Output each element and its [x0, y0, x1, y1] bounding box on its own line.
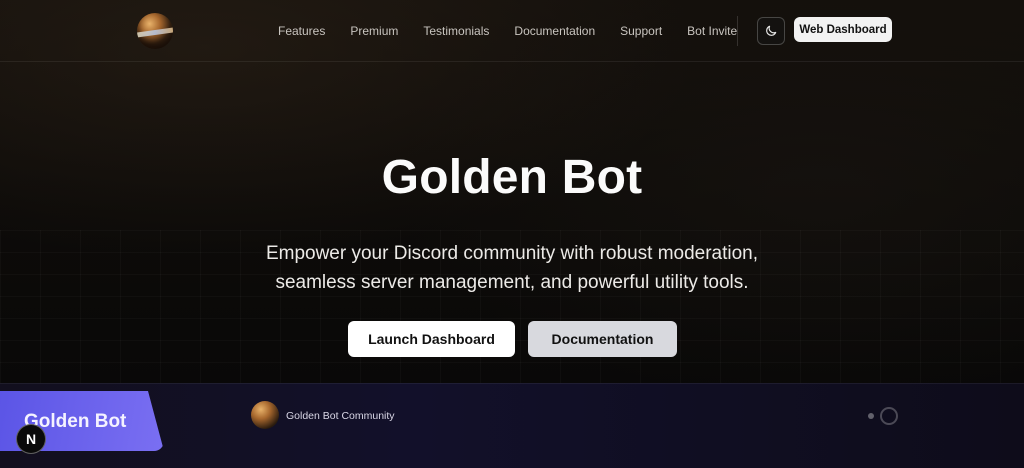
preview-ring-icon: [880, 407, 898, 425]
theme-toggle-button[interactable]: [757, 17, 785, 45]
nav-features[interactable]: Features: [278, 24, 325, 38]
header-divider: [737, 16, 738, 46]
nav-bot-invite[interactable]: Bot Invite: [687, 24, 737, 38]
hero-subtitle-line-2: seamless server management, and powerful…: [275, 272, 749, 293]
hero-subtitle: Empower your Discord community with robu…: [0, 239, 1024, 297]
preview-community-logo: [251, 401, 279, 429]
hero-subtitle-line-1: Empower your Discord community with robu…: [265, 243, 759, 264]
preview-dot-icon: [868, 413, 874, 419]
documentation-button[interactable]: Documentation: [528, 321, 677, 357]
nav-testimonials[interactable]: Testimonials: [423, 24, 489, 38]
hero-title: Golden Bot: [381, 151, 643, 204]
launch-dashboard-button[interactable]: Launch Dashboard: [348, 321, 515, 357]
nextjs-badge-icon[interactable]: N: [16, 424, 46, 454]
nav-support[interactable]: Support: [620, 24, 662, 38]
site-header: Features Premium Testimonials Documentat…: [0, 0, 1024, 62]
preview-icons: [868, 407, 898, 425]
web-dashboard-button[interactable]: Web Dashboard: [794, 17, 892, 42]
moon-icon: [766, 25, 777, 36]
main-nav: Features Premium Testimonials Documentat…: [278, 24, 762, 38]
nav-premium[interactable]: Premium: [350, 24, 398, 38]
bot-logo[interactable]: [137, 13, 173, 49]
nav-documentation[interactable]: Documentation: [514, 24, 595, 38]
preview-community-name: Golden Bot Community: [286, 410, 395, 422]
